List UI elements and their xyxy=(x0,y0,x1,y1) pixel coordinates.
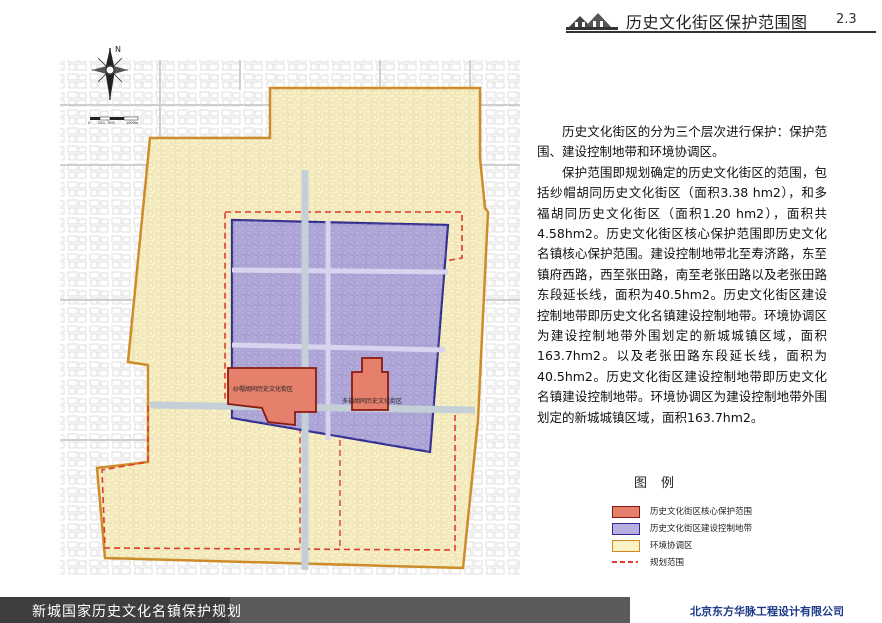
description-paragraph-1: 历史文化街区的分为三个层次进行保护：保护范围、建设控制地带和环境协调区。 xyxy=(537,124,827,160)
scale-bar xyxy=(90,116,139,121)
page-number: 2.3 xyxy=(836,12,857,27)
legend-swatch-core xyxy=(612,506,640,518)
legend-label-coordination: 环境协调区 xyxy=(650,541,693,551)
footer-title: 新城国家历史文化名镇保护规划 xyxy=(32,604,242,620)
description-paragraph-2: 保护范围即规划确定的历史文化街区的范围，包括纱帽胡同历史文化街区（面积3.38 … xyxy=(537,164,827,425)
protection-map: 纱帽胡同历史文化街区 多福胡同历史文化街区 N 0 250 500 1000m xyxy=(60,45,520,575)
legend-label-core: 历史文化街区核心保护范围 xyxy=(650,507,753,517)
header-rule xyxy=(566,31,876,33)
legend-swatch-boundary xyxy=(612,561,638,563)
area-label-right: 多福胡同历史文化街区 xyxy=(342,397,402,405)
legend-swatch-control xyxy=(612,523,640,535)
north-label: N xyxy=(115,45,121,54)
description-text: 历史文化街区的分为三个层次进行保护：保护范围、建设控制地带和环境协调区。 保护范… xyxy=(537,122,827,428)
house-icon xyxy=(566,13,618,30)
footer-company: 北京东方华脉工程设计有限公司 xyxy=(690,605,844,618)
scale-label-0: 0 xyxy=(88,121,90,125)
page-header: 历史文化街区保护范围图 2.3 xyxy=(566,6,876,34)
control-zone-texture xyxy=(232,220,448,452)
legend-label-control: 历史文化街区建设控制地带 xyxy=(650,524,753,534)
page-title: 历史文化街区保护范围图 xyxy=(626,13,808,32)
scale-label-250: 250 xyxy=(98,121,105,125)
scale-label-1000: 1000m xyxy=(126,121,139,125)
area-label-left: 纱帽胡同历史文化街区 xyxy=(233,385,293,393)
legend-title: 图例 xyxy=(634,476,689,491)
legend-label-boundary: 规划范围 xyxy=(650,558,685,568)
legend-swatch-coordination xyxy=(612,540,640,552)
scale-label-500: 500 xyxy=(108,121,115,125)
